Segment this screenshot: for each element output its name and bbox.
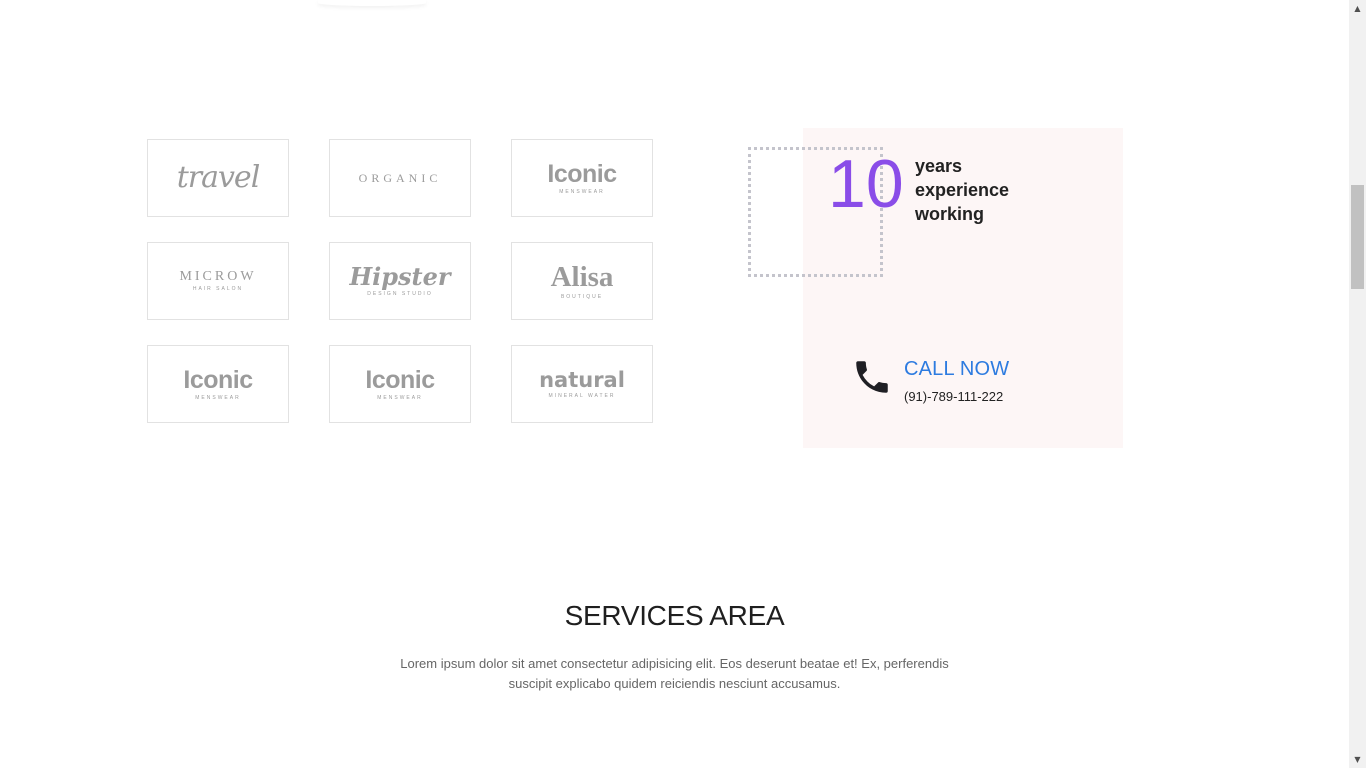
brand-logo-name: Iconic [183,365,253,394]
brand-logo-name: Alisa [550,260,614,293]
brand-logo-tagline: BOUTIQUE [560,293,604,300]
brand-logo-name: Hipster [349,262,451,291]
vertical-scrollbar[interactable]: ▲ ▼ [1349,0,1366,768]
brand-logo-name: Iconic [547,159,617,188]
brand-logo-tagline: DESIGN STUDIO [367,291,433,297]
brand-logo[interactable]: travel [147,139,289,217]
brand-logo-tagline: HAIR SALON [192,286,244,292]
page: travel ORGANIC Iconic MENSWEAR MICROW HA… [0,0,1349,768]
brand-logo[interactable]: Iconic MENSWEAR [329,345,471,423]
scrollbar-thumb[interactable] [1351,185,1364,289]
phone-number: (91)-789-111-222 [904,389,1004,404]
experience-label: years experience working [915,156,1010,224]
decorative-shadow [318,0,426,6]
brand-logo-tagline: MENSWEAR [377,394,423,401]
brand-logo-name: Iconic [365,365,435,394]
brand-logo-tagline: MINERAL WATER [548,392,616,399]
call-now-link[interactable]: CALL NOW [904,358,1009,381]
brand-logo-tagline: MENSWEAR [195,394,241,401]
brand-logo[interactable]: natural MINERAL WATER [511,345,653,423]
scroll-down-arrow-icon[interactable]: ▼ [1349,751,1366,768]
brand-logo-name: ORGANIC [358,171,442,185]
experience-years-number: 10 [828,146,904,222]
scroll-up-arrow-icon[interactable]: ▲ [1349,0,1366,17]
brand-logo[interactable]: ORGANIC [329,139,471,217]
services-description: Lorem ipsum dolor sit amet consectetur a… [400,656,949,691]
brand-logo[interactable]: Hipster DESIGN STUDIO [329,242,471,320]
brand-logo-tagline: MENSWEAR [559,188,605,195]
brand-logo-name: travel [176,160,261,195]
services-title: SERVICES AREA [564,600,785,631]
brand-logo[interactable]: Iconic MENSWEAR [147,345,289,423]
brand-logo[interactable]: MICROW HAIR SALON [147,242,289,320]
phone-icon [851,356,893,398]
brand-logo[interactable]: Iconic MENSWEAR [511,139,653,217]
brand-logo-name: natural [539,367,625,392]
brand-logo-name: MICROW [179,269,257,284]
brand-logo[interactable]: Alisa BOUTIQUE [511,242,653,320]
